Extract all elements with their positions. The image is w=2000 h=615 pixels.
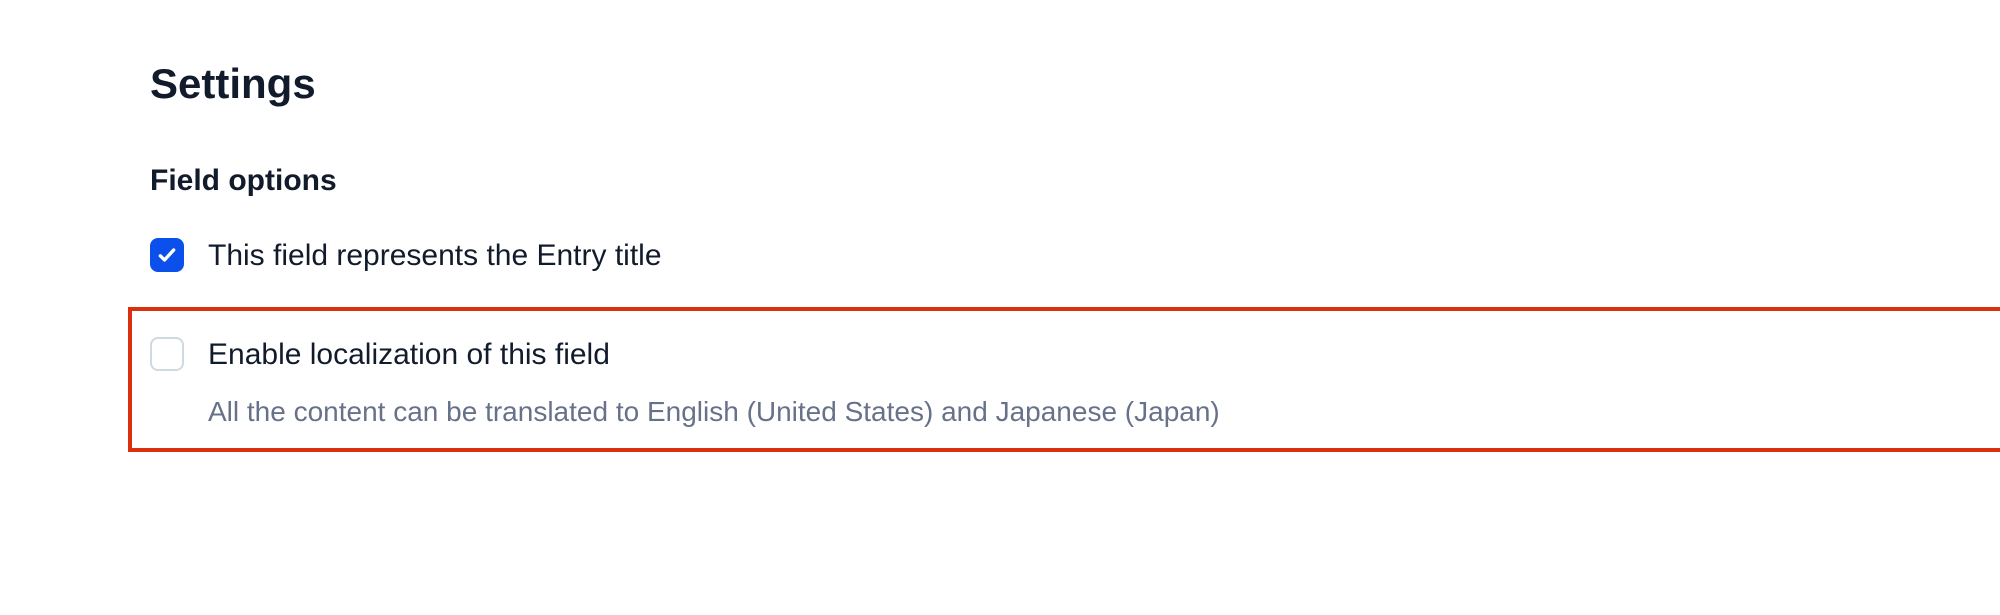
- entry-title-option: This field represents the Entry title: [150, 236, 1850, 275]
- localization-highlight: Enable localization of this field All th…: [128, 307, 2000, 452]
- localization-option: Enable localization of this field All th…: [150, 335, 2000, 430]
- checkmark-icon: [157, 245, 177, 265]
- localization-description: All the content can be translated to Eng…: [208, 394, 1220, 430]
- localization-label: Enable localization of this field: [208, 335, 1220, 374]
- settings-heading: Settings: [150, 60, 1850, 108]
- localization-checkbox[interactable]: [150, 337, 184, 371]
- entry-title-label: This field represents the Entry title: [208, 236, 662, 275]
- field-options-heading: Field options: [150, 164, 1850, 198]
- entry-title-checkbox[interactable]: [150, 238, 184, 272]
